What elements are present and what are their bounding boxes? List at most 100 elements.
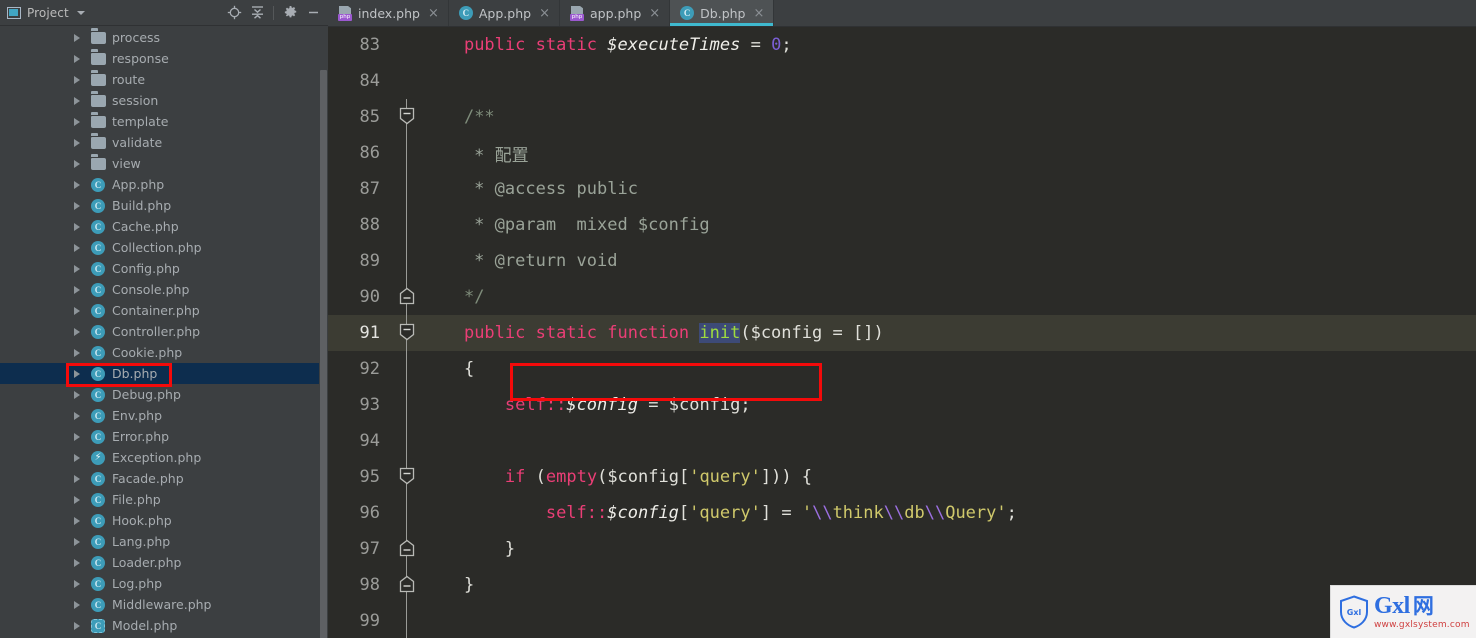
tree-item-controller-php[interactable]: C Controller.php bbox=[0, 321, 328, 342]
tree-item-facade-php[interactable]: C Facade.php bbox=[0, 468, 328, 489]
tree-item-console-php[interactable]: C Console.php bbox=[0, 279, 328, 300]
expand-arrow-icon[interactable] bbox=[74, 600, 80, 609]
locate-in-tree-icon[interactable] bbox=[223, 2, 245, 24]
tree-item-error-php[interactable]: C Error.php bbox=[0, 426, 328, 447]
close-icon[interactable]: × bbox=[428, 7, 439, 20]
code-line-87[interactable]: 87 * @access public bbox=[328, 171, 1476, 207]
project-tree-scrollbar-thumb[interactable] bbox=[320, 70, 327, 638]
fold-gutter[interactable] bbox=[390, 387, 423, 423]
tree-item-session[interactable]: session bbox=[0, 90, 328, 111]
code-line-83[interactable]: 83 public static $executeTimes = 0; bbox=[328, 27, 1476, 63]
tree-item-config-php[interactable]: C Config.php bbox=[0, 258, 328, 279]
expand-arrow-icon[interactable] bbox=[74, 243, 80, 252]
tree-item-middleware-php[interactable]: C Middleware.php bbox=[0, 594, 328, 615]
code-line-90[interactable]: 90 */ bbox=[328, 279, 1476, 315]
fold-gutter[interactable] bbox=[390, 243, 423, 279]
fold-gutter[interactable] bbox=[390, 63, 423, 99]
code-line-95[interactable]: 95 if (empty($config['query'])) { bbox=[328, 459, 1476, 495]
fold-collapse-end-icon[interactable] bbox=[399, 287, 415, 305]
expand-arrow-icon[interactable] bbox=[74, 33, 80, 42]
tree-item-cache-php[interactable]: C Cache.php bbox=[0, 216, 328, 237]
fold-gutter[interactable] bbox=[390, 603, 423, 638]
expand-arrow-icon[interactable] bbox=[74, 264, 80, 273]
collapse-all-icon[interactable] bbox=[246, 2, 268, 24]
expand-arrow-icon[interactable] bbox=[74, 537, 80, 546]
editor-tab-index-php[interactable]: index.php × bbox=[328, 0, 449, 26]
expand-arrow-icon[interactable] bbox=[74, 369, 80, 378]
tree-item-template[interactable]: template bbox=[0, 111, 328, 132]
tree-item-exception-php[interactable]: Exception.php bbox=[0, 447, 328, 468]
expand-arrow-icon[interactable] bbox=[74, 180, 80, 189]
code-line-98[interactable]: 98 } bbox=[328, 567, 1476, 603]
expand-arrow-icon[interactable] bbox=[74, 348, 80, 357]
code-line-97[interactable]: 97 } bbox=[328, 531, 1476, 567]
code-line-85[interactable]: 85 /** bbox=[328, 99, 1476, 135]
tree-item-collection-php[interactable]: C Collection.php bbox=[0, 237, 328, 258]
tree-item-lang-php[interactable]: C Lang.php bbox=[0, 531, 328, 552]
expand-arrow-icon[interactable] bbox=[74, 390, 80, 399]
fold-gutter[interactable] bbox=[390, 27, 423, 63]
expand-arrow-icon[interactable] bbox=[74, 516, 80, 525]
expand-arrow-icon[interactable] bbox=[74, 75, 80, 84]
fold-gutter[interactable] bbox=[390, 459, 423, 495]
close-icon[interactable]: × bbox=[754, 7, 765, 20]
code-line-84[interactable]: 84 bbox=[328, 63, 1476, 99]
tree-item-env-php[interactable]: C Env.php bbox=[0, 405, 328, 426]
project-panel-title-group[interactable]: Project bbox=[7, 6, 85, 20]
expand-arrow-icon[interactable] bbox=[74, 621, 80, 630]
code-line-91[interactable]: 91 public static function init($config =… bbox=[328, 315, 1476, 351]
tree-item-model-php[interactable]: C Model.php bbox=[0, 615, 328, 636]
expand-arrow-icon[interactable] bbox=[74, 474, 80, 483]
close-icon[interactable]: × bbox=[649, 7, 660, 20]
expand-arrow-icon[interactable] bbox=[74, 159, 80, 168]
project-tree-scroll[interactable]: process response route session template valid… bbox=[0, 26, 328, 638]
code-line-96[interactable]: 96 self::$config['query'] = '\\think\\db… bbox=[328, 495, 1476, 531]
expand-arrow-icon[interactable] bbox=[74, 201, 80, 210]
code-line-89[interactable]: 89 * @return void bbox=[328, 243, 1476, 279]
fold-gutter[interactable] bbox=[390, 567, 423, 603]
tree-item-container-php[interactable]: C Container.php bbox=[0, 300, 328, 321]
expand-arrow-icon[interactable] bbox=[74, 453, 80, 462]
fold-gutter[interactable] bbox=[390, 135, 423, 171]
expand-arrow-icon[interactable] bbox=[74, 579, 80, 588]
fold-gutter[interactable] bbox=[390, 351, 423, 387]
tree-item-route[interactable]: route bbox=[0, 69, 328, 90]
gear-icon[interactable] bbox=[279, 2, 301, 24]
expand-arrow-icon[interactable] bbox=[74, 96, 80, 105]
tree-item-process[interactable]: process bbox=[0, 27, 328, 48]
fold-gutter[interactable] bbox=[390, 207, 423, 243]
expand-arrow-icon[interactable] bbox=[74, 327, 80, 336]
tree-item-hook-php[interactable]: C Hook.php bbox=[0, 510, 328, 531]
code-line-94[interactable]: 94 bbox=[328, 423, 1476, 459]
tree-item-build-php[interactable]: C Build.php bbox=[0, 195, 328, 216]
tree-item-file-php[interactable]: C File.php bbox=[0, 489, 328, 510]
tree-item-cookie-php[interactable]: C Cookie.php bbox=[0, 342, 328, 363]
expand-arrow-icon[interactable] bbox=[74, 54, 80, 63]
fold-gutter[interactable] bbox=[390, 495, 423, 531]
expand-arrow-icon[interactable] bbox=[74, 558, 80, 567]
expand-arrow-icon[interactable] bbox=[74, 306, 80, 315]
code-line-88[interactable]: 88 * @param mixed $config bbox=[328, 207, 1476, 243]
tree-item-response[interactable]: response bbox=[0, 48, 328, 69]
expand-arrow-icon[interactable] bbox=[74, 285, 80, 294]
close-icon[interactable]: × bbox=[539, 7, 550, 20]
code-editor[interactable]: 83 public static $executeTimes = 0; 84 85 … bbox=[328, 27, 1476, 638]
fold-gutter[interactable] bbox=[390, 315, 423, 351]
tree-item-view[interactable]: view bbox=[0, 153, 328, 174]
fold-collapse-icon[interactable] bbox=[399, 467, 415, 485]
code-line-99[interactable]: 99 bbox=[328, 603, 1476, 638]
code-line-93[interactable]: 93 self::$config = $config; bbox=[328, 387, 1476, 423]
fold-gutter[interactable] bbox=[390, 279, 423, 315]
fold-collapse-end-icon[interactable] bbox=[399, 539, 415, 557]
editor-tab-app-php[interactable]: C App.php × bbox=[448, 0, 560, 26]
tree-item-log-php[interactable]: C Log.php bbox=[0, 573, 328, 594]
expand-arrow-icon[interactable] bbox=[74, 222, 80, 231]
fold-collapse-icon[interactable] bbox=[399, 323, 415, 341]
editor-tab-db-php[interactable]: C Db.php × bbox=[670, 0, 775, 26]
expand-arrow-icon[interactable] bbox=[74, 495, 80, 504]
tree-item-validate[interactable]: validate bbox=[0, 132, 328, 153]
expand-arrow-icon[interactable] bbox=[74, 411, 80, 420]
code-line-86[interactable]: 86 * 配置 bbox=[328, 135, 1476, 171]
tree-item-db-php[interactable]: C Db.php bbox=[0, 363, 328, 384]
project-tree-scrollbar[interactable] bbox=[319, 52, 328, 638]
